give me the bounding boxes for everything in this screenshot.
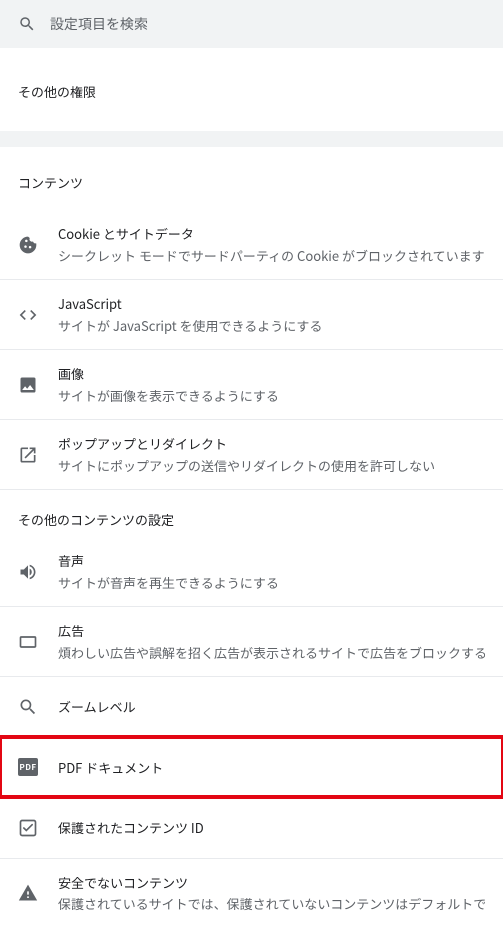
row-text: Cookie とサイトデータ シークレット モードでサードパーティの Cooki… [58, 224, 485, 265]
row-sub: シークレット モードでサードパーティの Cookie がブロックされています [58, 246, 485, 266]
row-text: 画像 サイトが画像を表示できるようにする [58, 364, 485, 405]
row-text: 保護されたコンテンツ ID [58, 812, 485, 844]
search-icon [18, 15, 36, 33]
row-cookies[interactable]: Cookie とサイトデータ シークレット モードでサードパーティの Cooki… [0, 210, 503, 279]
sound-icon [18, 562, 38, 582]
row-insecure[interactable]: 安全でないコンテンツ 保護されているサイトでは、保護されていないコンテンツはデフ… [0, 858, 503, 928]
row-pdf[interactable]: PDF PDF ドキュメント [0, 737, 503, 798]
search-bar[interactable]: 設定項目を検索 [0, 0, 503, 48]
row-protected[interactable]: 保護されたコンテンツ ID [0, 797, 503, 858]
section-other-content: その他のコンテンツの設定 [0, 489, 503, 537]
row-title: PDF ドキュメント [58, 752, 485, 784]
row-sound[interactable]: 音声 サイトが音声を再生できるようにする [0, 537, 503, 606]
row-text: ポップアップとリダイレクト サイトにポップアップの送信やリダイレクトの使用を許可… [58, 434, 485, 475]
pdf-icon: PDF [18, 757, 38, 777]
row-title: 画像 [58, 364, 485, 384]
row-sub: サイトが画像を表示できるようにする [58, 386, 485, 406]
ads-icon [18, 632, 38, 652]
cookie-icon [18, 235, 38, 255]
image-icon [18, 375, 38, 395]
row-zoom[interactable]: ズームレベル [0, 676, 503, 737]
section-content: コンテンツ [0, 147, 503, 210]
row-title: ポップアップとリダイレクト [58, 434, 485, 454]
row-text: 音声 サイトが音声を再生できるようにする [58, 551, 485, 592]
row-text: 広告 煩わしい広告や誤解を招く広告が表示されるサイトで広告をブロックする [58, 621, 485, 662]
row-sub: 煩わしい広告や誤解を招く広告が表示されるサイトで広告をブロックする [58, 643, 485, 663]
row-sub: サイトにポップアップの送信やリダイレクトの使用を許可しない [58, 456, 485, 476]
warning-icon [18, 883, 38, 903]
row-text: ズームレベル [58, 691, 485, 723]
divider [0, 131, 503, 147]
row-title: JavaScript [58, 294, 485, 314]
row-ads[interactable]: 広告 煩わしい広告や誤解を招く広告が表示されるサイトで広告をブロックする [0, 606, 503, 676]
row-text: JavaScript サイトが JavaScript を使用できるようにする [58, 294, 485, 335]
row-title: 音声 [58, 551, 485, 571]
code-icon [18, 305, 38, 325]
row-sub: サイトが JavaScript を使用できるようにする [58, 316, 485, 336]
row-sub: 保護されているサイトでは、保護されていないコンテンツはデフォルトでブ [58, 894, 485, 914]
row-title: Cookie とサイトデータ [58, 224, 485, 244]
settings-panel: その他の権限 コンテンツ Cookie とサイトデータ シークレット モードでサ… [0, 48, 503, 928]
row-title: ズームレベル [58, 691, 485, 723]
row-title: 安全でないコンテンツ [58, 873, 485, 893]
row-text: PDF ドキュメント [58, 752, 485, 784]
zoom-icon [18, 697, 38, 717]
row-popups[interactable]: ポップアップとリダイレクト サイトにポップアップの送信やリダイレクトの使用を許可… [0, 419, 503, 489]
section-other-permissions[interactable]: その他の権限 [0, 56, 503, 119]
row-images[interactable]: 画像 サイトが画像を表示できるようにする [0, 349, 503, 419]
row-sub: サイトが音声を再生できるようにする [58, 573, 485, 593]
search-placeholder: 設定項目を検索 [50, 14, 148, 34]
popup-icon [18, 445, 38, 465]
row-title: 広告 [58, 621, 485, 641]
row-javascript[interactable]: JavaScript サイトが JavaScript を使用できるようにする [0, 279, 503, 349]
row-text: 安全でないコンテンツ 保護されているサイトでは、保護されていないコンテンツはデフ… [58, 873, 485, 914]
row-title: 保護されたコンテンツ ID [58, 812, 485, 844]
checkbox-icon [18, 818, 38, 838]
